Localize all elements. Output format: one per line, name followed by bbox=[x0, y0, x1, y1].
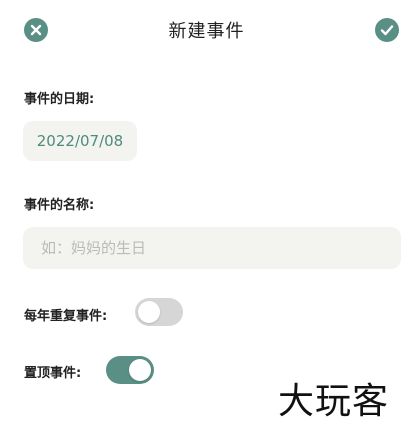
new-event-screen: 新建事件 事件的日期: 2022/07/08 事件的名称: 每年重复事件: 置顶… bbox=[0, 0, 413, 426]
toggle-knob bbox=[129, 359, 151, 381]
date-value: 2022/07/08 bbox=[36, 132, 124, 150]
repeat-toggle[interactable] bbox=[135, 298, 183, 326]
repeat-label: 每年重复事件: bbox=[24, 309, 108, 324]
date-label: 事件的日期: bbox=[24, 92, 95, 107]
event-name-input[interactable] bbox=[23, 227, 401, 269]
confirm-button[interactable] bbox=[375, 18, 399, 42]
toggle-knob bbox=[138, 301, 160, 323]
name-label: 事件的名称: bbox=[24, 198, 95, 213]
pin-label: 置顶事件: bbox=[24, 366, 82, 381]
page-title: 新建事件 bbox=[168, 21, 245, 42]
pin-toggle[interactable] bbox=[106, 356, 154, 384]
date-picker-button[interactable]: 2022/07/08 bbox=[23, 121, 137, 161]
header-bar: 新建事件 bbox=[0, 0, 413, 62]
check-icon bbox=[380, 25, 394, 36]
watermark-logo: 大玩客 bbox=[278, 381, 390, 422]
